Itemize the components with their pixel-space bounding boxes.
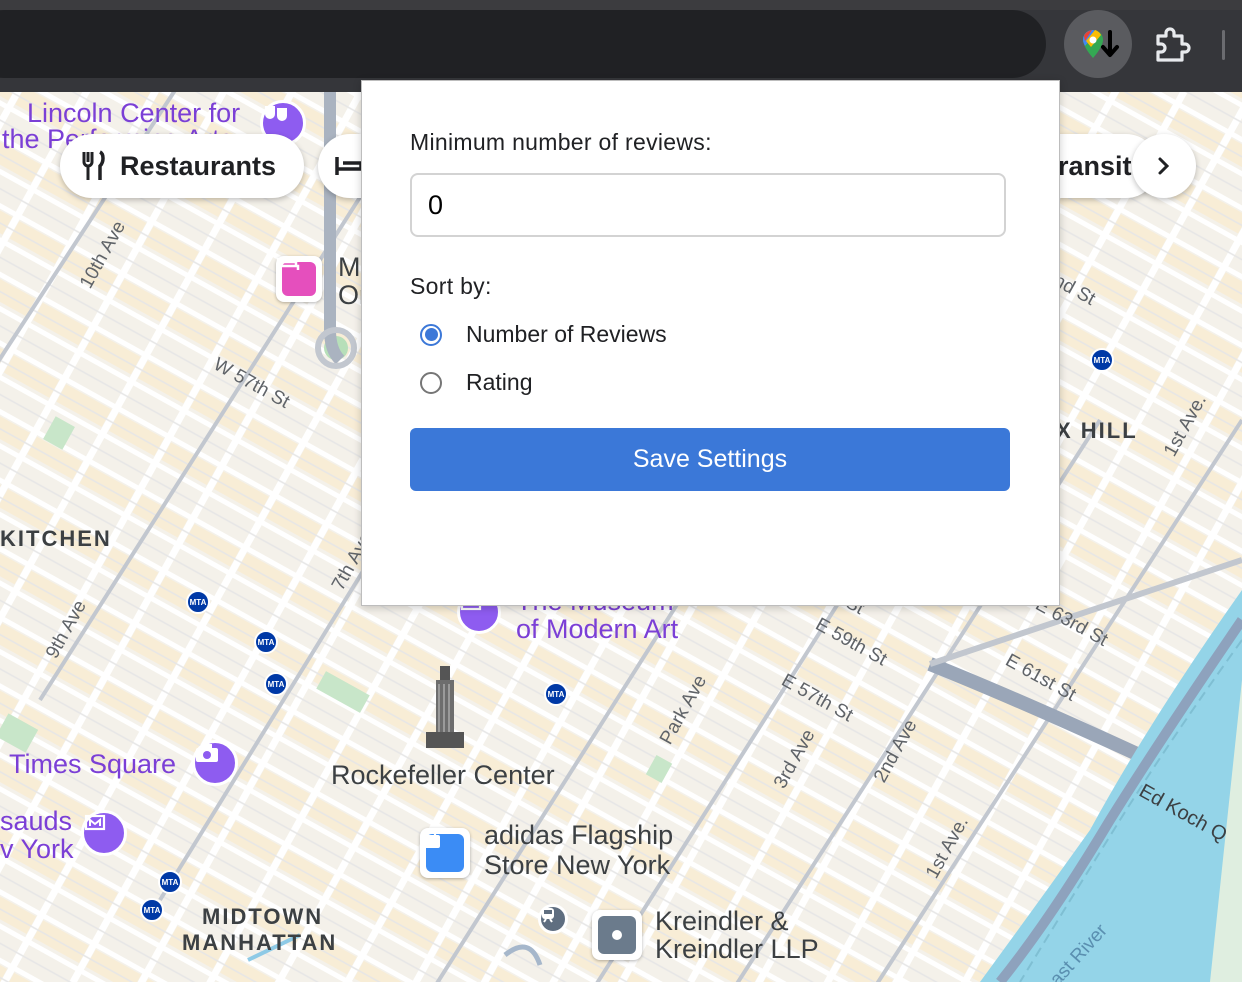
district-midtown: MIDTOWN bbox=[202, 904, 324, 929]
chip-restaurants-label: Restaurants bbox=[120, 150, 277, 181]
hotel-label-partial[interactable]: M bbox=[338, 252, 361, 283]
bed-icon bbox=[335, 157, 364, 175]
sort-option-rating-label: Rating bbox=[466, 369, 533, 395]
fork-knife-icon bbox=[82, 150, 105, 180]
chevron-right-icon bbox=[1158, 157, 1170, 175]
madame-tussauds-label-2[interactable]: v York bbox=[0, 834, 74, 865]
train-station-icon[interactable] bbox=[538, 904, 568, 934]
sort-option-rating[interactable]: Rating bbox=[420, 369, 532, 396]
extensions-puzzle-icon[interactable] bbox=[1150, 24, 1192, 66]
shopping-bag-icon bbox=[422, 828, 464, 872]
subway-station-icon[interactable]: MTA bbox=[254, 630, 278, 654]
radio-number-of-reviews[interactable] bbox=[420, 323, 442, 346]
subway-station-icon[interactable]: MTA bbox=[140, 898, 164, 922]
hotel-marker[interactable] bbox=[276, 256, 322, 302]
madame-tussauds-label[interactable]: sauds bbox=[0, 806, 72, 837]
district-lenox-hill-partial: X HILL bbox=[1056, 418, 1138, 443]
rockefeller-center-label[interactable]: Rockefeller Center bbox=[331, 760, 555, 791]
address-bar[interactable] bbox=[0, 10, 1046, 78]
subway-station-icon[interactable]: MTA bbox=[544, 682, 568, 706]
rockefeller-building-icon[interactable] bbox=[424, 666, 466, 758]
sort-option-reviews-label: Number of Reviews bbox=[466, 321, 667, 347]
business-marker[interactable] bbox=[592, 910, 642, 960]
shopping-marker[interactable] bbox=[420, 828, 470, 878]
save-settings-button[interactable]: Save Settings bbox=[410, 428, 1010, 491]
district-manhattan: MANHATTAN bbox=[182, 930, 338, 955]
adidas-label[interactable]: adidas Flagship bbox=[484, 820, 673, 851]
district-hells-kitchen: KITCHEN bbox=[0, 526, 112, 551]
chips-next-button[interactable] bbox=[1132, 134, 1196, 198]
sort-by-label: Sort by: bbox=[410, 273, 492, 299]
bed-icon bbox=[276, 258, 316, 296]
chip-transit-label: ransit bbox=[1058, 150, 1132, 181]
subway-station-icon[interactable]: MTA bbox=[186, 590, 210, 614]
kreindler-label[interactable]: Kreindler & bbox=[655, 906, 789, 937]
subway-station-icon[interactable]: MTA bbox=[158, 870, 182, 894]
generic-place-icon bbox=[598, 916, 636, 954]
min-reviews-label: Minimum number of reviews: bbox=[410, 129, 712, 155]
moma-label-2[interactable]: of Modern Art bbox=[516, 614, 678, 645]
subway-station-icon[interactable]: MTA bbox=[1090, 348, 1114, 372]
browser-toolbar bbox=[0, 0, 1242, 92]
subway-station-icon[interactable]: MTA bbox=[264, 672, 288, 696]
tab-strip-edge bbox=[0, 0, 1242, 10]
extension-settings-popup: Minimum number of reviews: 0 Sort by: Nu… bbox=[361, 80, 1060, 606]
adidas-label-2[interactable]: Store New York bbox=[484, 850, 670, 881]
kreindler-label-2[interactable]: Kreindler LLP bbox=[655, 934, 819, 965]
radio-rating[interactable] bbox=[420, 371, 442, 394]
chip-restaurants[interactable]: Restaurants bbox=[60, 134, 304, 198]
camera-icon[interactable] bbox=[192, 740, 238, 786]
sort-option-reviews[interactable]: Number of Reviews bbox=[420, 321, 667, 348]
museum-icon-2[interactable] bbox=[81, 810, 127, 856]
min-reviews-input[interactable]: 0 bbox=[410, 173, 1006, 237]
map-pin-download-icon[interactable] bbox=[1080, 26, 1120, 66]
toolbar-separator bbox=[1222, 30, 1225, 60]
times-square-label[interactable]: Times Square bbox=[9, 749, 176, 780]
